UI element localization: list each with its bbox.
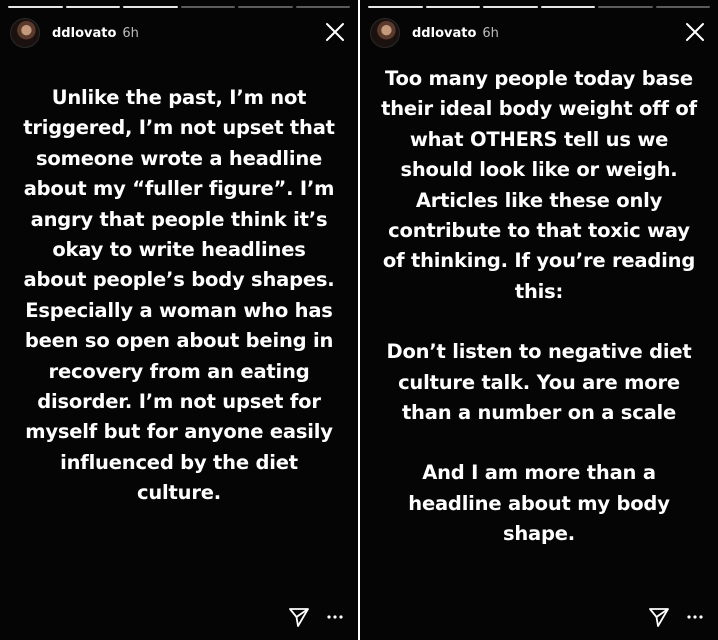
close-icon[interactable] [324,21,346,43]
close-icon[interactable] [684,21,706,43]
progress-segment [238,6,293,8]
progress-segment [65,6,120,8]
avatar[interactable] [370,18,400,48]
story-paragraph: And I am more than a headline about my b… [408,461,670,546]
story-footer [288,606,344,628]
progress-segment [598,6,653,8]
timestamp: 6h [122,25,139,41]
more-icon[interactable] [326,614,344,620]
progress-segment [655,6,710,8]
username[interactable]: ddlovato [52,26,116,41]
progress-segment [483,6,538,8]
story-progress-bar [368,6,710,9]
progress-segment [123,6,178,8]
story-comparison: ddlovato 6h Unlike the past, I’m not tri… [0,0,718,640]
send-icon[interactable] [288,606,310,628]
story-footer [648,606,704,628]
story-text: Too many people today base their ideal b… [380,64,698,550]
story-paragraph: Don’t listen to negative diet culture ta… [386,340,692,425]
progress-segment [8,6,63,8]
progress-segment [295,6,350,8]
progress-segment [425,6,480,8]
story-paragraph: Unlike the past, I’m not triggered, I’m … [23,86,335,505]
story-paragraph: Too many people today base their ideal b… [381,67,697,303]
avatar[interactable] [10,18,40,48]
story-header: ddlovato 6h [10,18,348,48]
story-header: ddlovato 6h [370,18,708,48]
progress-segment [368,6,423,8]
more-icon[interactable] [686,614,704,620]
timestamp: 6h [482,25,499,41]
send-icon[interactable] [648,606,670,628]
story-panel-right[interactable]: ddlovato 6h Too many people today base t… [360,0,718,640]
story-text: Unlike the past, I’m not triggered, I’m … [20,83,338,509]
progress-segment [180,6,235,8]
story-progress-bar [8,6,350,9]
story-panel-left[interactable]: ddlovato 6h Unlike the past, I’m not tri… [0,0,358,640]
progress-segment [540,6,595,8]
username[interactable]: ddlovato [412,26,476,41]
